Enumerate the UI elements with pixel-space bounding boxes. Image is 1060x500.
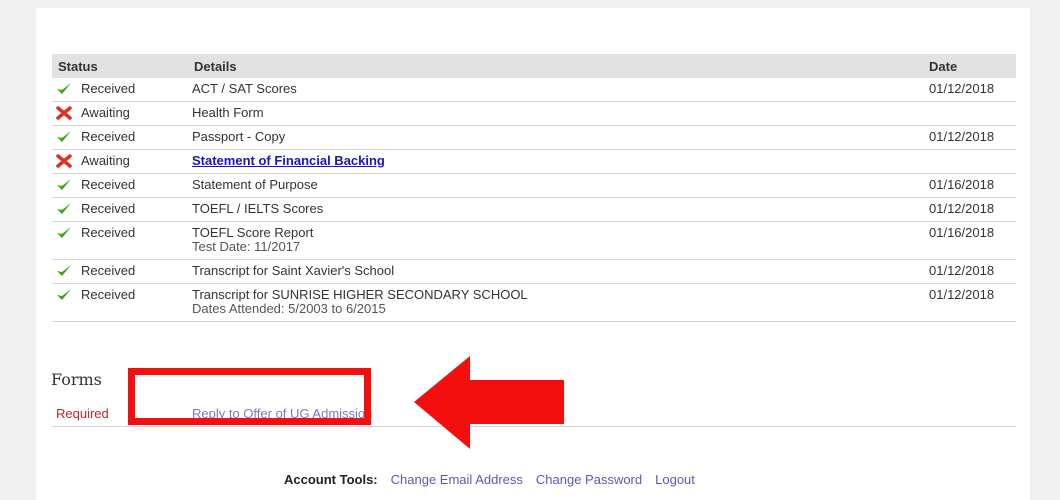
row-details-text: Transcript for SUNRISE HIGHER SECONDARY … <box>192 287 528 302</box>
row-details-text: ACT / SAT Scores <box>192 81 297 96</box>
row-details: Passport - Copy <box>192 126 929 149</box>
row-details-text: Health Form <box>192 105 264 120</box>
check-icon <box>56 264 72 278</box>
row-details-text: TOEFL / IELTS Scores <box>192 201 324 216</box>
row-status-text: Received <box>81 81 136 96</box>
table-row: Awaiting Health Form <box>52 102 1016 126</box>
cross-icon <box>56 154 72 168</box>
row-status-text: Received <box>81 263 136 278</box>
row-date: 01/12/2018 <box>929 287 995 302</box>
row-date: 01/16/2018 <box>929 225 995 240</box>
row-status: Awaiting <box>52 150 192 173</box>
check-icon <box>56 202 72 216</box>
table-row: Received ACT / SAT Scores 01/12/2018 <box>52 78 1016 102</box>
change-email-link[interactable]: Change Email Address <box>391 472 523 487</box>
table-row: Received Passport - Copy 01/12/2018 <box>52 126 1016 150</box>
row-status-text: Awaiting <box>81 153 130 168</box>
row-details-text: Passport - Copy <box>192 129 286 144</box>
table-body: Received ACT / SAT Scores 01/12/2018 Awaiti… <box>52 78 1016 322</box>
logout-link[interactable]: Logout <box>655 472 695 487</box>
row-status-text: Received <box>81 177 136 192</box>
table-row: Received Transcript for SUNRISE HIGHER SE… <box>52 284 1016 322</box>
table-row: Received TOEFL Score Report Test Date: 11/… <box>52 222 1016 260</box>
row-details-sub: Dates Attended: 5/2003 to 6/2015 <box>192 301 386 316</box>
check-icon <box>56 82 72 96</box>
row-status: Received <box>52 198 192 221</box>
forms-heading: Forms <box>51 370 102 389</box>
row-date: 01/12/2018 <box>929 129 995 144</box>
check-icon <box>56 288 72 302</box>
row-status-text: Awaiting <box>81 105 130 120</box>
table-row: Received Transcript for Saint Xavier's Sc… <box>52 260 1016 284</box>
row-status: Received <box>52 174 192 197</box>
row-status-text: Received <box>81 225 136 240</box>
row-status-text: Received <box>81 129 136 144</box>
check-icon <box>56 226 72 240</box>
row-details-text: Statement of Purpose <box>192 177 318 192</box>
row-details: Transcript for SUNRISE HIGHER SECONDARY … <box>192 284 929 321</box>
row-status-text: Received <box>81 287 136 302</box>
row-status: Received <box>52 284 192 321</box>
row-status-text: Received <box>81 201 136 216</box>
row-date: 01/12/2018 <box>929 201 995 216</box>
row-details: ACT / SAT Scores <box>192 78 929 101</box>
row-status: Awaiting <box>52 102 192 125</box>
table-row: Received TOEFL / IELTS Scores 01/12/2018 <box>52 198 1016 222</box>
header-status: Status <box>58 58 98 74</box>
row-details: TOEFL / IELTS Scores <box>192 198 929 221</box>
annotation-arrow-icon <box>414 356 564 449</box>
row-details-text: Transcript for Saint Xavier's School <box>192 263 395 278</box>
account-tools-label: Account Tools: <box>284 472 378 487</box>
row-details: Health Form <box>192 102 929 125</box>
table-row: Awaiting Statement of Financial Backing <box>52 150 1016 174</box>
row-date: 01/12/2018 <box>929 263 995 278</box>
row-date: 01/16/2018 <box>929 177 995 192</box>
check-icon <box>56 130 72 144</box>
change-password-link[interactable]: Change Password <box>536 472 642 487</box>
table-header: Status Details Date <box>52 54 1016 78</box>
row-date <box>929 150 1016 173</box>
row-details: TOEFL Score Report Test Date: 11/2017 <box>192 222 929 259</box>
row-date: 01/12/2018 <box>929 81 995 96</box>
row-status: Received <box>52 126 192 149</box>
row-status: Received <box>52 78 192 101</box>
row-details-sub: Test Date: 11/2017 <box>192 239 301 254</box>
row-date <box>929 102 1016 125</box>
check-icon <box>56 178 72 192</box>
row-details: Statement of Purpose <box>192 174 929 197</box>
row-status: Received <box>52 260 192 283</box>
row-details: Transcript for Saint Xavier's School <box>192 260 929 283</box>
account-tools: Account Tools: Change Email Address Chan… <box>284 472 695 487</box>
annotation-highlight-box <box>128 368 371 425</box>
header-details: Details <box>194 58 237 74</box>
cross-icon <box>56 106 72 120</box>
row-details: Statement of Financial Backing <box>192 150 929 173</box>
row-details-text: TOEFL Score Report <box>192 225 314 240</box>
row-status: Received <box>52 222 192 259</box>
header-date: Date <box>929 58 958 74</box>
financial-backing-link[interactable]: Statement of Financial Backing <box>192 153 385 168</box>
checklist-table: Status Details Date Received ACT / SAT Sc… <box>52 54 1016 322</box>
table-row: Received Statement of Purpose 01/16/2018 <box>52 174 1016 198</box>
